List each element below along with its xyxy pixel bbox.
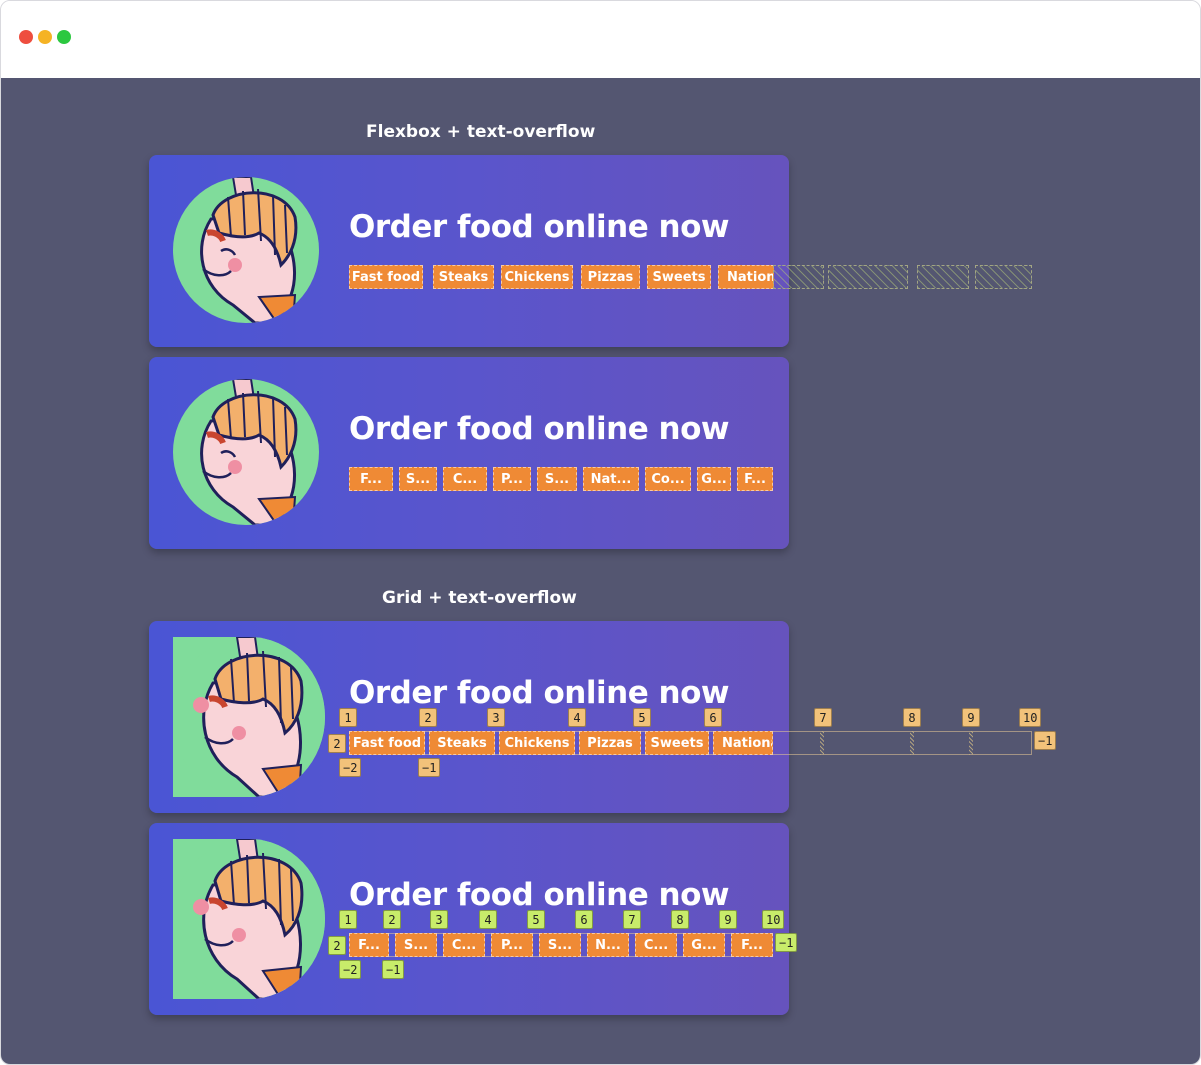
chef-illustration-icon <box>200 177 298 323</box>
chef-avatar <box>173 177 319 323</box>
tag-chip[interactable]: Steaks <box>433 265 494 289</box>
overflow-indicator <box>773 265 824 289</box>
tag-chip[interactable]: F... <box>349 467 393 491</box>
section-heading-grid: Grid + text-overflow <box>382 588 577 608</box>
tag-chip[interactable]: C... <box>443 933 485 957</box>
grid-column-number: 6 <box>704 708 722 727</box>
grid-column-number: 8 <box>671 910 689 929</box>
tag-list: Fast food Steaks Chickens Pizzas Sweets … <box>349 265 774 289</box>
minimize-window-button[interactable] <box>38 30 52 44</box>
grid-column-negative-number: −1 <box>418 758 441 777</box>
grid-column-number: 1 <box>339 708 357 727</box>
grid-gap <box>910 731 914 755</box>
tag-list: Fast food Steaks Chickens Pizzas Sweets … <box>349 731 773 755</box>
tag-list: F... S... C... P... S... Nat... Co... G.… <box>349 467 773 491</box>
promo-card: Order food online now F... S... C... P..… <box>149 357 789 549</box>
grid-row-number: 2 <box>328 936 346 955</box>
tag-chip[interactable]: Steaks <box>429 731 495 755</box>
grid-column-negative-number: −1 <box>382 960 405 979</box>
chef-illustration-icon <box>173 637 325 797</box>
card-title: Order food online now <box>349 411 730 447</box>
promo-card: Order food online now Fast food Steaks C… <box>149 621 1057 813</box>
chef-illustration-icon <box>173 839 325 999</box>
overflow-indicator <box>828 265 908 289</box>
overflow-indicator <box>975 265 1032 289</box>
tag-chip[interactable]: Chickens <box>499 731 575 755</box>
tag-chip[interactable]: F... <box>731 933 773 957</box>
grid-gap <box>969 731 973 755</box>
grid-column-negative-number: −2 <box>339 758 362 777</box>
tag-chip[interactable]: G... <box>697 467 731 491</box>
grid-column-number: 8 <box>903 708 921 727</box>
grid-column-number: 7 <box>814 708 832 727</box>
grid-column-number: 6 <box>575 910 593 929</box>
chef-avatar <box>173 637 325 797</box>
tag-chip[interactable]: Fast food <box>349 265 423 289</box>
browser-window: Flexbox + text-overflow Order food onlin… <box>0 0 1201 1065</box>
grid-gap <box>820 731 824 755</box>
promo-card: Order food online now F... S... C... P..… <box>149 823 798 1015</box>
tag-chip[interactable]: S... <box>537 467 577 491</box>
maximize-window-button[interactable] <box>57 30 71 44</box>
tag-chip[interactable]: Nationa <box>718 265 774 289</box>
tag-chip[interactable]: Nationa <box>713 731 773 755</box>
grid-column-number: 10 <box>1019 708 1042 727</box>
promo-card: Order food online now Fast food Steaks C… <box>149 155 1032 347</box>
tag-chip[interactable]: Pizzas <box>581 265 640 289</box>
tag-chip[interactable]: F... <box>349 933 389 957</box>
tag-chip[interactable]: Nat... <box>583 467 639 491</box>
tag-chip[interactable]: S... <box>539 933 581 957</box>
tag-chip[interactable]: C... <box>635 933 677 957</box>
grid-column-number: 5 <box>527 910 545 929</box>
section-heading-flexbox: Flexbox + text-overflow <box>366 122 596 142</box>
grid-column-number: 1 <box>339 910 357 929</box>
tag-chip[interactable]: S... <box>395 933 437 957</box>
grid-column-number: 2 <box>419 708 437 727</box>
tag-chip[interactable]: P... <box>491 933 533 957</box>
card-title: Order food online now <box>349 877 730 913</box>
grid-row-number: −1 <box>775 933 798 952</box>
overflow-indicator <box>917 265 969 289</box>
close-window-button[interactable] <box>19 30 33 44</box>
grid-column-number: 2 <box>383 910 401 929</box>
grid-column-number: 4 <box>479 910 497 929</box>
grid-column-number: 3 <box>487 708 505 727</box>
card-title: Order food online now <box>349 209 730 245</box>
title-bar <box>1 1 1200 78</box>
tag-list: F... S... C... P... S... N... C... G... … <box>349 933 773 957</box>
grid-row-number: 2 <box>328 734 346 753</box>
grid-column-negative-number: −2 <box>339 960 362 979</box>
tag-chip[interactable]: Chickens <box>501 265 573 289</box>
tag-chip[interactable]: C... <box>443 467 487 491</box>
demo-stage: Flexbox + text-overflow Order food onlin… <box>1 78 1200 1064</box>
tag-chip[interactable]: Fast food <box>349 731 425 755</box>
grid-column-number: 5 <box>633 708 651 727</box>
tag-chip[interactable]: Sweets <box>645 731 709 755</box>
tag-chip[interactable]: N... <box>587 933 629 957</box>
grid-column-number: 3 <box>430 910 448 929</box>
chef-avatar <box>173 839 325 999</box>
grid-column-number: 9 <box>962 708 980 727</box>
grid-column-number: 7 <box>623 910 641 929</box>
tag-chip[interactable]: Sweets <box>647 265 711 289</box>
chef-illustration-icon <box>200 379 298 525</box>
tag-chip[interactable]: Pizzas <box>579 731 641 755</box>
grid-column-number: 4 <box>568 708 586 727</box>
tag-chip[interactable]: Co... <box>645 467 691 491</box>
chef-avatar <box>173 379 319 525</box>
tag-chip[interactable]: P... <box>493 467 531 491</box>
grid-column-number: 10 <box>762 910 785 929</box>
card-title: Order food online now <box>349 675 730 711</box>
grid-row-number: −1 <box>1034 731 1057 750</box>
tag-chip[interactable]: F... <box>737 467 773 491</box>
grid-column-number: 9 <box>719 910 737 929</box>
tag-chip[interactable]: G... <box>683 933 725 957</box>
tag-chip[interactable]: S... <box>399 467 437 491</box>
